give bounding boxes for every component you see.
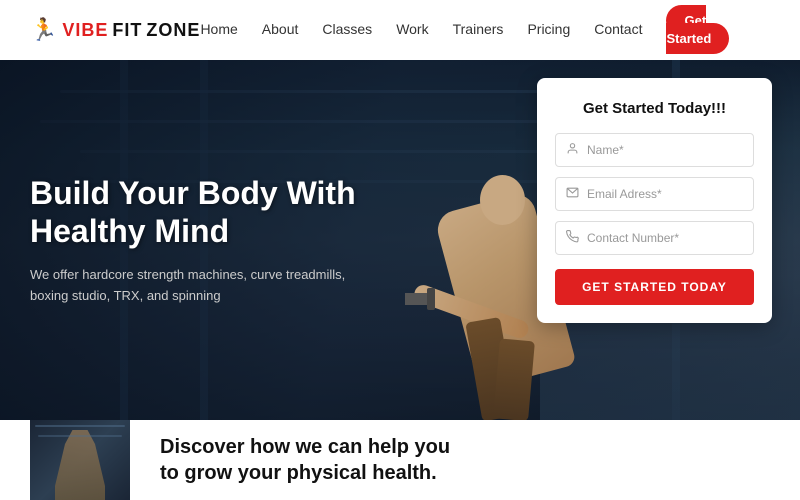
logo-icon: 🏃 bbox=[30, 17, 58, 43]
nav-item-home[interactable]: Home bbox=[200, 21, 237, 39]
nav-item-about[interactable]: About bbox=[262, 21, 299, 39]
email-icon bbox=[566, 186, 579, 202]
below-hero-section: Discover how we can help youto grow your… bbox=[0, 420, 800, 500]
form-title: Get Started Today!!! bbox=[555, 100, 754, 117]
navbar: 🏃 VIBEFITZONE Home About Classes Work Tr… bbox=[0, 0, 800, 60]
form-submit-button[interactable]: GET STARTED TODAY bbox=[555, 269, 754, 305]
hero-title: Build Your Body With Healthy Mind bbox=[30, 174, 410, 251]
nav-item-work[interactable]: Work bbox=[396, 21, 428, 39]
hero-subtitle: We offer hardcore strength machines, cur… bbox=[30, 265, 350, 307]
email-input[interactable] bbox=[587, 187, 743, 201]
nav-link-home[interactable]: Home bbox=[200, 21, 237, 37]
nav-link-contact[interactable]: Contact bbox=[594, 21, 642, 37]
logo[interactable]: 🏃 VIBEFITZONE bbox=[30, 17, 200, 43]
below-hero-text: Discover how we can help youto grow your… bbox=[160, 434, 450, 486]
logo-text-zone: ZONE bbox=[146, 20, 200, 41]
phone-icon bbox=[566, 230, 579, 246]
phone-field-wrapper bbox=[555, 221, 754, 255]
nav-link-work[interactable]: Work bbox=[396, 21, 428, 37]
nav-item-pricing[interactable]: Pricing bbox=[527, 21, 570, 39]
name-input[interactable] bbox=[587, 143, 743, 157]
nav-item-classes[interactable]: Classes bbox=[322, 21, 372, 39]
nav-cta-button[interactable]: Get Started bbox=[666, 5, 729, 54]
hero-section: Build Your Body With Healthy Mind We off… bbox=[0, 60, 800, 420]
nav-link-pricing[interactable]: Pricing bbox=[527, 21, 570, 37]
logo-text-vibe: VIBE bbox=[62, 20, 108, 41]
hero-content: Build Your Body With Healthy Mind We off… bbox=[30, 174, 410, 306]
phone-input[interactable] bbox=[587, 231, 743, 245]
person-icon bbox=[566, 142, 579, 158]
email-field-wrapper bbox=[555, 177, 754, 211]
name-field-wrapper bbox=[555, 133, 754, 167]
nav-item-trainers[interactable]: Trainers bbox=[453, 21, 504, 39]
below-hero-image bbox=[30, 420, 130, 500]
nav-links: Home About Classes Work Trainers Pricing… bbox=[200, 12, 770, 48]
logo-text-fit: FIT bbox=[112, 20, 142, 41]
nav-item-contact[interactable]: Contact bbox=[594, 21, 642, 39]
nav-item-cta[interactable]: Get Started bbox=[666, 12, 770, 48]
signup-form-card: Get Started Today!!! bbox=[537, 78, 772, 323]
nav-link-trainers[interactable]: Trainers bbox=[453, 21, 504, 37]
nav-link-about[interactable]: About bbox=[262, 21, 299, 37]
nav-link-classes[interactable]: Classes bbox=[322, 21, 372, 37]
